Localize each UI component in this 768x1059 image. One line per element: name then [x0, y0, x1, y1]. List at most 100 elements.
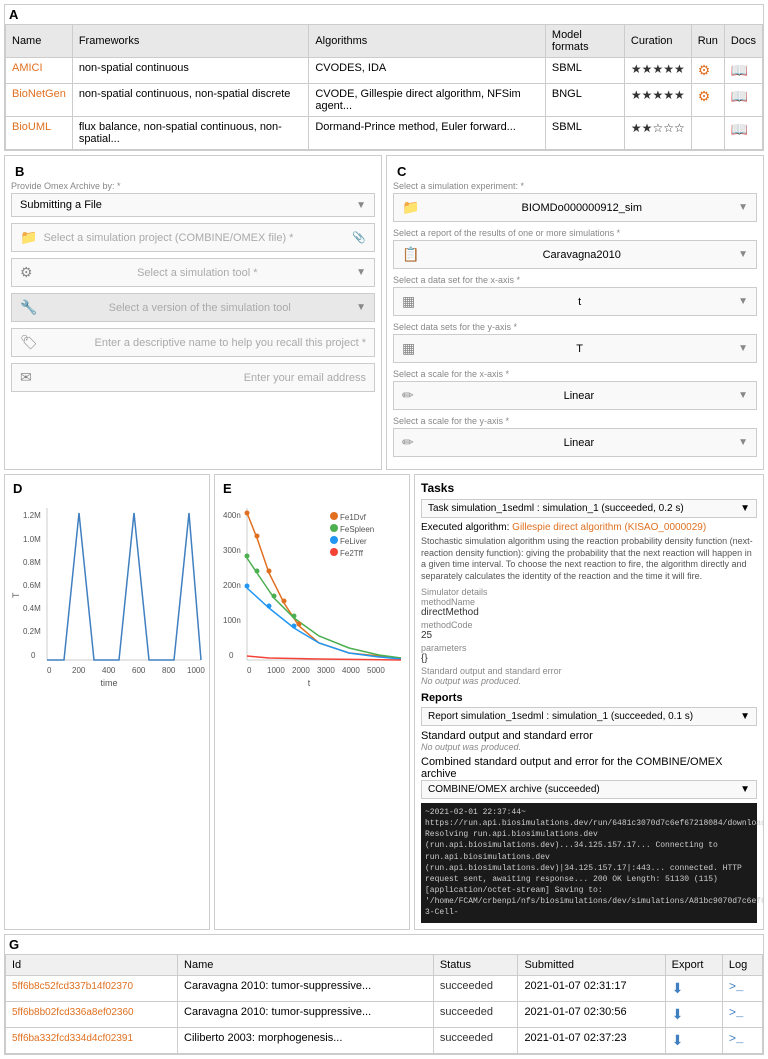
runs-table: Id Name Status Submitted Export Log 5ff6… — [5, 954, 763, 1054]
run-id-link[interactable]: 5ff6b8b02fcd336a8ef02360 — [12, 1007, 134, 1018]
table-row: 5ff6b8b02fcd336a8ef02360 Caravagna 2010:… — [6, 1001, 763, 1027]
cell-export: ⬇ — [665, 1001, 722, 1027]
svg-text:5000: 5000 — [367, 666, 385, 675]
chevron-down-icon-ver: ▼ — [356, 302, 366, 313]
experiment-value: BIOMDo000000912_sim — [522, 202, 642, 214]
chevron-down-icon-combined: ▼ — [740, 784, 750, 795]
description-input[interactable]: 🏷 Enter a descriptive name to help you r… — [11, 328, 375, 357]
dataset-y-select[interactable]: ▦ T ▼ — [393, 334, 757, 363]
col-run-name: Name — [178, 954, 434, 975]
stars-rating: ★★★★★ — [631, 88, 685, 102]
download-icon[interactable]: ⬇ — [672, 1006, 684, 1022]
dataset-x-label: Select a data set for the x-axis * — [393, 275, 757, 285]
stars-rating: ★★☆☆☆ — [631, 121, 685, 135]
simulation-project-input[interactable]: 📁 Select a simulation project (COMBINE/O… — [11, 223, 375, 252]
grid-icon-y: ▦ — [402, 340, 415, 357]
method-name-value: directMethod — [421, 607, 757, 618]
cell-run-status: succeeded — [433, 1027, 518, 1053]
table-row: BioNetGen non-spatial continuous, non-sp… — [6, 84, 763, 117]
chevron-down-icon-rep: ▼ — [738, 249, 748, 260]
cell-run-status: succeeded — [433, 975, 518, 1001]
sim-title: Simulator details — [421, 587, 757, 597]
svg-text:FeLiver: FeLiver — [340, 537, 367, 546]
section-g-label: G — [9, 937, 19, 952]
run-id-link[interactable]: 5ff6ba332fcd334d4cf02391 — [12, 1033, 133, 1044]
gear-icon-b: ⚙ — [20, 264, 33, 281]
cell-run-status: succeeded — [433, 1001, 518, 1027]
book-icon[interactable]: 📖 — [731, 62, 748, 78]
scale-y-select[interactable]: ✏ Linear ▼ — [393, 428, 757, 457]
svg-text:FeSpleen: FeSpleen — [340, 525, 374, 534]
experiment-select[interactable]: 📁 BIOMDo000000912_sim ▼ — [393, 193, 757, 222]
svg-text:Fe1Dvf: Fe1Dvf — [340, 513, 367, 522]
report-select[interactable]: 📋 Caravagna2010 ▼ — [393, 240, 757, 269]
col-formats: Model formats — [545, 25, 624, 58]
terminal-icon[interactable]: >_ — [729, 980, 743, 994]
cell-name: BioNetGen — [6, 84, 73, 117]
method-name-label: methodName — [421, 597, 757, 607]
table-icon: 📋 — [402, 246, 419, 263]
version-select[interactable]: 🔧 Select a version of the simulation too… — [11, 293, 375, 322]
cell-frameworks: non-spatial continuous — [72, 58, 309, 84]
terminal-icon[interactable]: >_ — [729, 1032, 743, 1046]
svg-text:3000: 3000 — [317, 666, 335, 675]
pencil-icon-y: ✏ — [402, 434, 414, 451]
svg-text:2000: 2000 — [292, 666, 310, 675]
chart-d: T 1.2M 1.0M 0.8M 0.6M 0.4M 0.2M 0 0 200 … — [9, 498, 205, 698]
terminal-icon[interactable]: >_ — [729, 1006, 743, 1020]
section-g: G Id Name Status Submitted Export Log 5f… — [4, 934, 764, 1055]
table-row: 5ff6ba332fcd334d4cf02391 Ciliberto 2003:… — [6, 1027, 763, 1053]
email-input[interactable]: ✉ Enter your email address — [11, 363, 375, 392]
pencil-icon-x: ✏ — [402, 387, 414, 404]
cell-name: AMICI — [6, 58, 73, 84]
executed-link[interactable]: (KISAO_0000029) — [624, 522, 706, 533]
simulation-tool-group: ⚙ Select a simulation tool * ▼ — [11, 258, 375, 287]
std-label: Standard output and standard error — [421, 666, 757, 676]
book-icon[interactable]: 📖 — [731, 88, 748, 104]
report-select-value: Report simulation_1sedml : simulation_1 … — [428, 711, 693, 722]
gear-icon[interactable]: ⚙ — [698, 62, 711, 78]
book-icon[interactable]: 📖 — [731, 121, 748, 137]
col-frameworks: Frameworks — [72, 25, 309, 58]
terminal-output: ~2021-02-01 22:37:44~ https://run.api.bi… — [421, 803, 757, 923]
cell-docs: 📖 — [724, 58, 762, 84]
scale-x-value: Linear — [564, 390, 595, 402]
task-select[interactable]: Task simulation_1sedml : simulation_1 (s… — [421, 499, 757, 518]
download-icon[interactable]: ⬇ — [672, 980, 684, 996]
name-link[interactable]: BioNetGen — [12, 88, 66, 100]
scale-x-select[interactable]: ✏ Linear ▼ — [393, 381, 757, 410]
executed-label: Executed algorithm: — [421, 522, 509, 533]
download-icon[interactable]: ⬇ — [672, 1032, 684, 1048]
provide-omex-group: Provide Omex Archive by: * Submitting a … — [11, 181, 375, 217]
cell-curation: ★★☆☆☆ — [624, 117, 691, 150]
dataset-x-select[interactable]: ▦ t ▼ — [393, 287, 757, 316]
cell-formats: BNGL — [545, 84, 624, 117]
combined-select-value: COMBINE/OMEX archive (succeeded) — [428, 784, 600, 795]
col-id: Id — [6, 954, 178, 975]
col-name: Name — [6, 25, 73, 58]
simulation-tool-select[interactable]: ⚙ Select a simulation tool * ▼ — [11, 258, 375, 287]
gear-icon[interactable]: ⚙ — [698, 88, 711, 104]
section-d: D T 1.2M 1.0M 0.8M 0.6M 0.4M 0.2M 0 0 20… — [4, 474, 210, 930]
chevron-down-icon-dy: ▼ — [738, 343, 748, 354]
section-f: Tasks Task simulation_1sedml : simulatio… — [414, 474, 764, 930]
provide-omex-select[interactable]: Submitting a File ▼ — [11, 193, 375, 217]
version-placeholder: Select a version of the simulation tool — [109, 302, 291, 314]
simulation-project-placeholder: Select a simulation project (COMBINE/OME… — [43, 232, 293, 244]
combined-select[interactable]: COMBINE/OMEX archive (succeeded) ▼ — [421, 780, 757, 799]
scale-x-label: Select a scale for the x-axis * — [393, 369, 757, 379]
chevron-down-icon-tool: ▼ — [356, 267, 366, 278]
executed-value[interactable]: Gillespie direct algorithm — [512, 522, 622, 533]
report-select-f[interactable]: Report simulation_1sedml : simulation_1 … — [421, 707, 757, 726]
svg-text:100n: 100n — [223, 616, 241, 625]
name-link[interactable]: BioUML — [12, 121, 51, 133]
cell-run-id: 5ff6b8b02fcd336a8ef02360 — [6, 1001, 178, 1027]
description-group: 🏷 Enter a descriptive name to help you r… — [11, 328, 375, 357]
svg-text:0: 0 — [247, 666, 252, 675]
cell-run: ⚙ — [691, 58, 724, 84]
cell-formats: SBML — [545, 58, 624, 84]
cell-run-submitted: 2021-01-07 02:31:17 — [518, 975, 665, 1001]
table-row: BioUML flux balance, non-spatial continu… — [6, 117, 763, 150]
name-link[interactable]: AMICI — [12, 62, 43, 74]
section-e: E Fe1Dvf FeSpleen FeLiver Fe2Tff 400n 30… — [214, 474, 410, 930]
